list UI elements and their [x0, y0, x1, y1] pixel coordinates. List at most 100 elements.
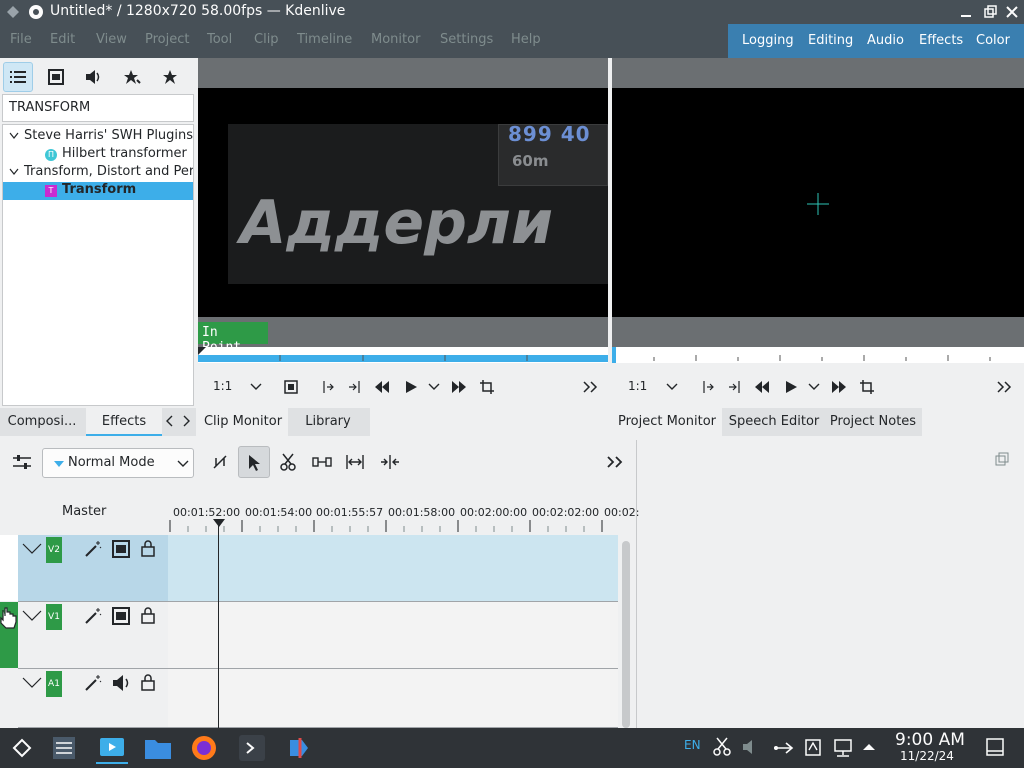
set-out-point-icon[interactable] — [728, 380, 742, 394]
fullscreen-frame-icon[interactable] — [284, 380, 298, 394]
menu-view[interactable]: View — [96, 32, 127, 47]
razor-cut-icon[interactable] — [280, 453, 296, 471]
custom-effects-icon[interactable] — [117, 62, 147, 92]
play-icon[interactable] — [784, 380, 798, 394]
spacer-tool-icon[interactable] — [212, 454, 230, 470]
timeline-more-double-chevron-icon[interactable] — [606, 455, 624, 469]
set-in-point-icon[interactable] — [700, 380, 714, 394]
clip-video-frame[interactable]: 899 40 60m Аддерли — [198, 88, 608, 317]
timeline-ruler[interactable]: 00:01:52:00 00:01:54:00 00:01:55:57 00:0… — [168, 500, 639, 532]
more-double-chevron-icon[interactable] — [996, 380, 1012, 394]
clip-ruler[interactable] — [198, 347, 608, 363]
menu-bar: File Edit View Project Tool Clip Timelin… — [0, 24, 1024, 58]
undock-icon[interactable] — [995, 452, 1009, 466]
audio-effects-icon[interactable] — [79, 62, 109, 92]
tree-group-transform[interactable]: Transform, Distort and Pers — [3, 164, 193, 182]
tree-group-swh[interactable]: Steve Harris' SWH Plugins — [3, 128, 193, 146]
app-menu-icon[interactable] — [6, 4, 20, 20]
project-zoom-select[interactable]: 1:1 — [618, 372, 682, 402]
track-header-v2[interactable]: V2 — [18, 535, 168, 602]
slip-tool-icon[interactable] — [312, 456, 332, 468]
menu-monitor[interactable]: Monitor — [371, 32, 420, 47]
effects-search-input[interactable]: TRANSFORM — [2, 94, 194, 122]
usb-icon — [774, 742, 794, 754]
restore-icon[interactable] — [982, 4, 998, 20]
workspace-color[interactable]: Color — [976, 33, 1010, 48]
menu-settings[interactable]: Settings — [440, 32, 493, 47]
ruler-timecode: 00:01:54:00 — [245, 506, 313, 519]
mode-icon — [54, 461, 64, 467]
tab-clip-monitor[interactable]: Clip Monitor — [198, 408, 288, 436]
tab-effects[interactable]: Effects — [86, 408, 162, 436]
tab-library[interactable]: Library — [288, 408, 368, 436]
track-lane-v1[interactable] — [168, 602, 618, 669]
clock-date[interactable]: 11/22/24 — [900, 749, 954, 763]
track-a1-select-strip[interactable] — [0, 669, 18, 728]
video-effects-icon[interactable] — [41, 62, 71, 92]
workspace-effects[interactable]: Effects — [919, 33, 963, 48]
volume-icon — [743, 740, 752, 754]
clip-monitor-tabs: Clip Monitor Library — [198, 408, 370, 436]
hud-numbers: 899 40 — [508, 122, 591, 146]
tree-item-hilbert[interactable]: Π Hilbert transformer — [3, 146, 193, 164]
menu-edit[interactable]: Edit — [50, 32, 75, 47]
tab-project-notes[interactable]: Project Notes — [826, 408, 920, 436]
set-out-point-icon[interactable] — [348, 380, 362, 394]
input-method-icon[interactable]: EN — [684, 738, 701, 752]
ripple-tool-icon[interactable] — [345, 454, 365, 470]
track-header-v1[interactable]: V1 — [18, 602, 168, 669]
tab-speech-editor[interactable]: Speech Editor — [724, 408, 824, 436]
taskbar-kdenlive-button[interactable] — [96, 732, 128, 764]
play-icon[interactable] — [404, 380, 418, 394]
ruler-timecode: 00:02: — [604, 506, 640, 519]
project-video-frame[interactable] — [612, 88, 1024, 317]
chevron-right-icon[interactable] — [180, 414, 192, 428]
tree-item-transform[interactable]: T Transform — [3, 182, 193, 200]
menu-help[interactable]: Help — [511, 32, 541, 47]
play-options-chevron-icon[interactable] — [428, 383, 440, 391]
set-in-point-icon[interactable] — [320, 380, 334, 394]
minimize-icon[interactable] — [958, 4, 974, 20]
tab-compositions[interactable]: Composi... — [0, 408, 84, 436]
workspace-editing[interactable]: Editing — [808, 33, 853, 48]
chevron-left-icon[interactable] — [164, 414, 176, 428]
selection-tool-button[interactable] — [238, 446, 270, 478]
track-lane-a1[interactable] — [168, 669, 618, 728]
workspace-logging[interactable]: Logging — [742, 33, 794, 48]
menu-file[interactable]: File — [10, 32, 32, 47]
playhead-line[interactable] — [218, 520, 219, 728]
play-options-chevron-icon[interactable] — [808, 383, 820, 391]
workspace-audio[interactable]: Audio — [867, 33, 904, 48]
menu-tool[interactable]: Tool — [207, 32, 232, 47]
clip-zoom-select[interactable]: 1:1 — [204, 372, 268, 402]
list-icon[interactable] — [3, 62, 33, 92]
crop-icon[interactable] — [480, 380, 494, 394]
clock-time[interactable]: 9:00 AM — [895, 730, 965, 750]
fast-forward-icon[interactable] — [831, 380, 847, 394]
scrollbar-thumb[interactable] — [622, 541, 630, 728]
timeline-vertical-scrollbar[interactable] — [620, 535, 632, 728]
track-v2-select-strip[interactable] — [0, 535, 18, 601]
roll-tool-icon[interactable] — [380, 454, 400, 470]
edit-mode-select[interactable]: Normal Mode — [42, 448, 194, 478]
menu-project[interactable]: Project — [145, 32, 189, 47]
tab-project-monitor[interactable]: Project Monitor — [612, 408, 722, 436]
crop-icon[interactable] — [860, 380, 874, 394]
project-ruler[interactable] — [612, 347, 1024, 363]
more-double-chevron-icon[interactable] — [582, 380, 598, 394]
rewind-icon[interactable] — [754, 380, 770, 394]
rewind-icon[interactable] — [374, 380, 390, 394]
menu-timeline[interactable]: Timeline — [297, 32, 352, 47]
clipboard-icon — [805, 739, 821, 756]
track-header-a1[interactable]: A1 — [18, 669, 168, 728]
favorites-star-icon[interactable] — [155, 62, 185, 92]
close-icon[interactable] — [1004, 4, 1020, 20]
menu-clip[interactable]: Clip — [254, 32, 279, 47]
master-header[interactable]: Master — [0, 500, 168, 534]
track-lane-v2[interactable] — [168, 535, 618, 602]
track-settings-sliders-icon[interactable] — [12, 454, 32, 470]
project-monitor: 1:1 — [612, 58, 1024, 406]
fast-forward-icon[interactable] — [451, 380, 467, 394]
track-v1-select-strip[interactable] — [0, 602, 18, 668]
lock-icon — [141, 674, 155, 691]
